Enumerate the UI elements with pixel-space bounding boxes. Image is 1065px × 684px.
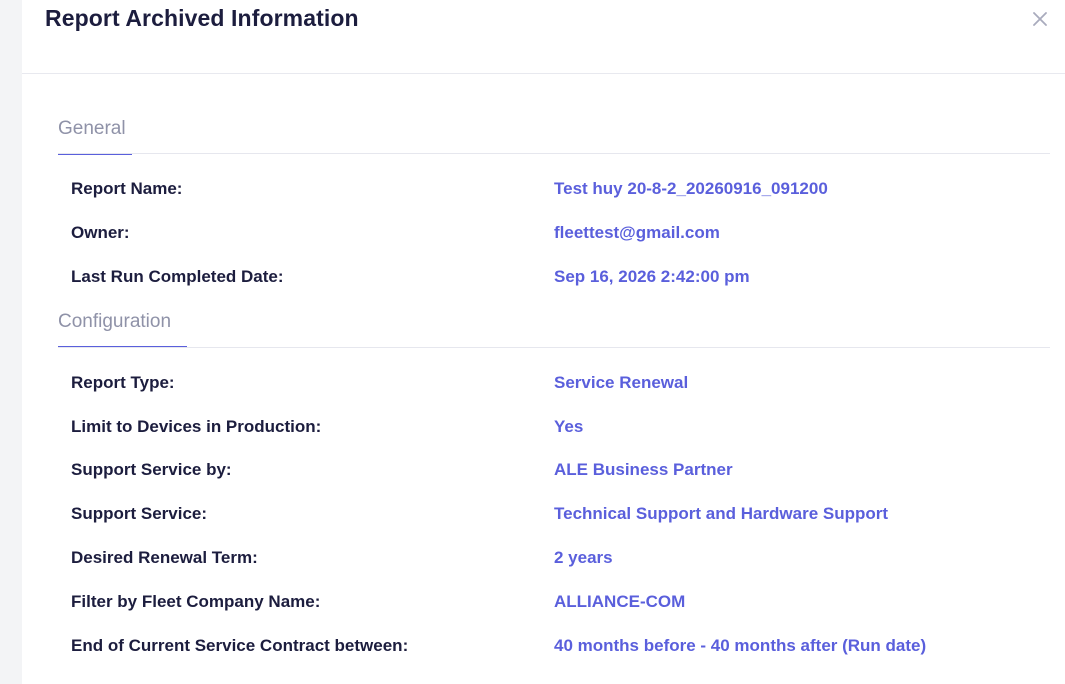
info-row-contract-end: End of Current Service Contract between:… bbox=[22, 636, 1065, 660]
close-icon bbox=[1033, 12, 1047, 26]
row-label: End of Current Service Contract between: bbox=[71, 636, 409, 655]
row-value: ALLIANCE-COM bbox=[554, 592, 686, 611]
row-value: Service Renewal bbox=[554, 373, 689, 392]
modal-header: Report Archived Information bbox=[22, 0, 1065, 74]
row-label: Owner: bbox=[71, 223, 130, 242]
tab-general[interactable]: General bbox=[58, 118, 126, 140]
info-row-report-name: Report Name: Test huy 20-8-2_20260916_09… bbox=[22, 179, 1065, 203]
report-archived-info-modal: Report Archived Information General Repo… bbox=[22, 0, 1065, 684]
row-label: Report Name: bbox=[71, 179, 183, 198]
row-label: Report Type: bbox=[71, 373, 175, 392]
modal-title: Report Archived Information bbox=[45, 5, 359, 31]
row-value: Test huy 20-8-2_20260916_091200 bbox=[554, 179, 828, 198]
info-row-last-run: Last Run Completed Date: Sep 16, 2026 2:… bbox=[22, 267, 1065, 291]
info-row-support-service: Support Service: Technical Support and H… bbox=[22, 504, 1065, 528]
row-value: Technical Support and Hardware Support bbox=[554, 504, 889, 523]
info-row-renewal-term: Desired Renewal Term: 2 years bbox=[22, 548, 1065, 572]
row-label: Desired Renewal Term: bbox=[71, 548, 258, 567]
row-label: Limit to Devices in Production: bbox=[71, 417, 322, 436]
section-divider-configuration bbox=[58, 347, 1050, 348]
row-value: Yes bbox=[554, 417, 584, 436]
close-button[interactable] bbox=[1028, 8, 1052, 30]
info-row-report-type: Report Type: Service Renewal bbox=[22, 373, 1065, 397]
row-value: Sep 16, 2026 2:42:00 pm bbox=[554, 267, 750, 286]
info-row-fleet-company: Filter by Fleet Company Name: ALLIANCE-C… bbox=[22, 592, 1065, 616]
section-divider-general bbox=[58, 153, 1050, 154]
row-value: fleettest@gmail.com bbox=[554, 223, 720, 242]
row-label: Support Service: bbox=[71, 504, 208, 523]
info-row-limit-devices: Limit to Devices in Production: Yes bbox=[22, 417, 1065, 441]
row-label: Support Service by: bbox=[71, 460, 232, 479]
row-label: Last Run Completed Date: bbox=[71, 267, 284, 286]
info-row-support-service-by: Support Service by: ALE Business Partner bbox=[22, 460, 1065, 484]
row-label: Filter by Fleet Company Name: bbox=[71, 592, 321, 611]
row-value: 2 years bbox=[554, 548, 613, 567]
row-value: ALE Business Partner bbox=[554, 460, 733, 479]
tab-configuration[interactable]: Configuration bbox=[58, 311, 171, 333]
info-row-owner: Owner: fleettest@gmail.com bbox=[22, 223, 1065, 247]
row-value: 40 months before - 40 months after (Run … bbox=[554, 636, 927, 655]
